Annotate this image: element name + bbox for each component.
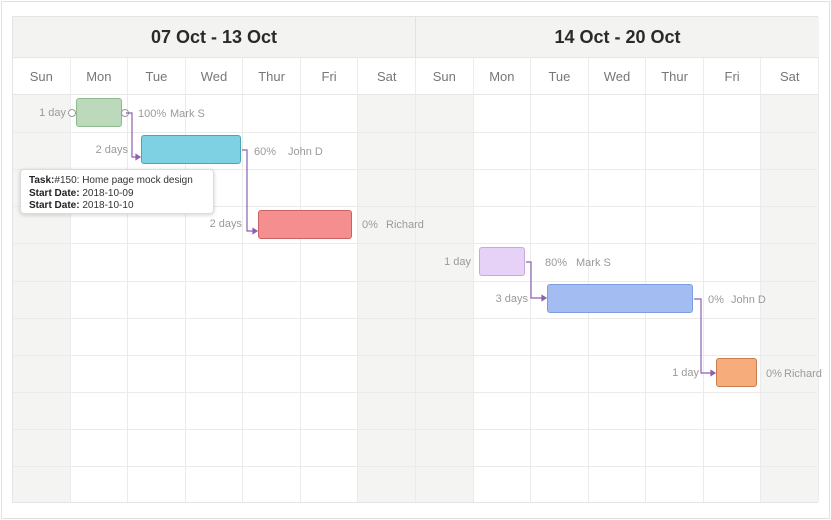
day-header-sat: Sat	[358, 58, 416, 95]
week-header: 07 Oct - 13 Oct	[13, 17, 416, 58]
row-divider	[13, 317, 817, 319]
week-header: 14 Oct - 20 Oct	[416, 17, 819, 58]
day-header-tue: Tue	[128, 58, 186, 95]
task-progress: 60%	[254, 146, 277, 158]
row-divider	[13, 243, 817, 245]
day-header-tue: Tue	[531, 58, 589, 95]
day-header-wed: Wed	[185, 58, 244, 95]
link-handle-end[interactable]	[121, 109, 129, 117]
task-assignee: John D	[731, 294, 766, 306]
task-bar[interactable]	[258, 210, 352, 239]
task-duration: 2 days	[95, 144, 128, 156]
tooltip-start-label: Start Date:	[29, 187, 80, 199]
tooltip-end-value: 2018-10-10	[82, 200, 134, 211]
day-column[interactable]	[761, 95, 819, 502]
tooltip-task-line: Task:#150: Home page mock design	[29, 175, 205, 188]
day-header-fri: Fri	[300, 58, 359, 95]
tooltip-start-value: 2018-10-09	[82, 187, 134, 199]
day-column[interactable]	[358, 95, 416, 502]
task-bar[interactable]	[716, 358, 757, 387]
task-duration: 3 days	[495, 293, 528, 305]
task-bar[interactable]	[76, 98, 122, 127]
link-handle-start[interactable]	[68, 109, 76, 117]
task-progress: 100%	[138, 108, 167, 120]
task-bar[interactable]	[479, 247, 525, 276]
day-header-mon: Mon	[473, 58, 532, 95]
task-progress: 80%	[545, 257, 568, 269]
tooltip-start-line: Start Date: 2018-10-09	[29, 188, 205, 201]
task-duration: 1 day	[39, 107, 66, 119]
day-header-thur: Thur	[243, 58, 301, 95]
row-divider	[13, 354, 817, 356]
task-duration: 1 day	[672, 367, 699, 379]
task-assignee: Richard	[386, 219, 424, 231]
day-header-thur: Thur	[646, 58, 704, 95]
task-duration: 2 days	[209, 218, 242, 230]
tooltip-end-label: Start Date:	[29, 200, 80, 211]
day-header-mon: Mon	[70, 58, 129, 95]
tooltip-end-line: Start Date: 2018-10-10	[29, 200, 205, 213]
row-divider	[13, 280, 817, 282]
day-header-fri: Fri	[703, 58, 762, 95]
task-assignee: Mark S	[576, 257, 611, 269]
row-divider	[13, 428, 817, 430]
task-bar[interactable]	[547, 284, 693, 313]
task-assignee: Mark S	[170, 108, 205, 120]
task-tooltip: Task:#150: Home page mock design Start D…	[20, 169, 214, 214]
gantt-chart: 07 Oct - 13 Oct 14 Oct - 20 Oct Sun Mon Tu…	[12, 16, 819, 503]
task-progress: 0%	[708, 294, 724, 306]
tooltip-task-label: Task:	[29, 175, 55, 186]
task-assignee: John D	[288, 146, 323, 158]
tooltip-task-value: #150: Home page mock design	[54, 175, 193, 186]
day-header-sat: Sat	[761, 58, 819, 95]
task-progress: 0%	[362, 219, 378, 231]
day-header-sun: Sun	[416, 58, 474, 95]
task-bar[interactable]	[141, 135, 241, 164]
day-header-wed: Wed	[588, 58, 647, 95]
row-divider	[13, 132, 817, 134]
row-divider	[13, 466, 817, 467]
row-divider	[13, 391, 817, 393]
day-header-sun: Sun	[13, 58, 71, 95]
day-column[interactable]	[416, 95, 474, 502]
task-duration: 1 day	[444, 256, 471, 268]
task-progress: 0%	[766, 368, 782, 380]
day-column[interactable]	[13, 95, 71, 502]
task-assignee: Richard	[784, 368, 822, 380]
